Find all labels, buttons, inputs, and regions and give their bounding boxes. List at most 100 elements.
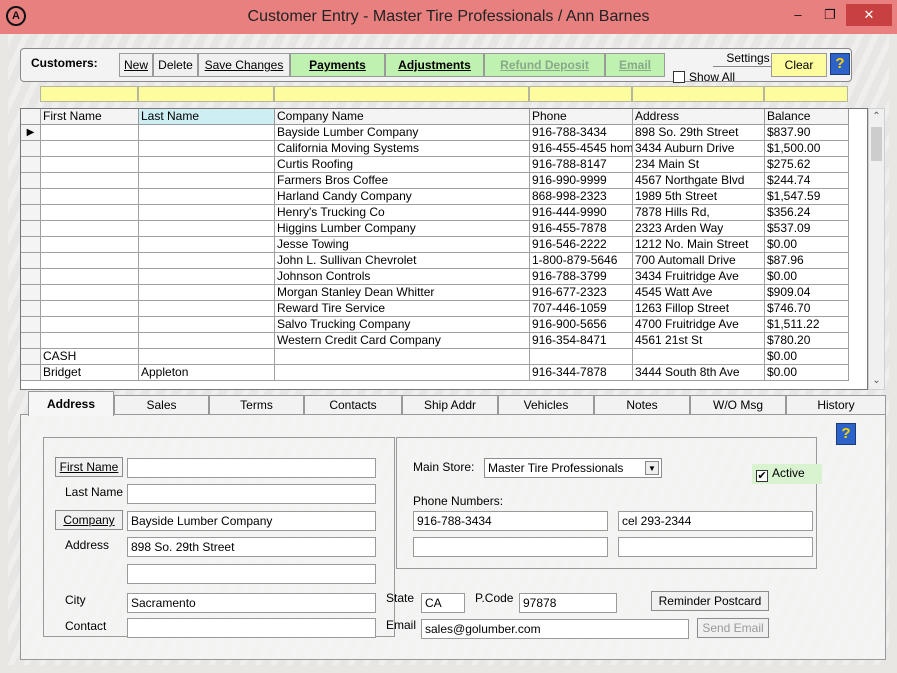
filter-phone[interactable] [529, 86, 632, 102]
table-row[interactable]: Western Credit Card Company 916-354-8471 4… [21, 333, 867, 349]
cell-phone[interactable]: 916-455-7878 [530, 221, 633, 237]
cell-company-name[interactable]: Harland Candy Company [275, 189, 530, 205]
cell-last-name[interactable] [139, 301, 275, 317]
cell-phone[interactable]: 916-344-7878 [530, 365, 633, 381]
payments-button[interactable]: Payments [290, 53, 385, 77]
cell-balance[interactable]: $0.00 [765, 365, 849, 381]
row-indicator[interactable] [21, 285, 41, 301]
cell-phone[interactable]: 916-990-9999 [530, 173, 633, 189]
table-row[interactable]: Bridget Appleton 916-344-7878 3444 South 8t… [21, 365, 867, 381]
cell-first-name[interactable] [41, 269, 139, 285]
cell-phone[interactable]: 916-788-8147 [530, 157, 633, 173]
cell-phone[interactable]: 916-444-9990 [530, 205, 633, 221]
cell-balance[interactable]: $0.00 [765, 237, 849, 253]
cell-balance[interactable]: $1,547.59 [765, 189, 849, 205]
table-row[interactable]: Higgins Lumber Company 916-455-7878 2323 A… [21, 221, 867, 237]
filter-company[interactable] [274, 86, 529, 102]
cell-address[interactable]: 234 Main St [633, 157, 765, 173]
save-changes-button[interactable]: Save Changes [198, 53, 290, 77]
cell-address[interactable]: 3434 Fruitridge Ave [633, 269, 765, 285]
header-balance[interactable]: Balance [765, 109, 849, 125]
cell-first-name[interactable] [41, 333, 139, 349]
tab-vehicles[interactable]: Vehicles [498, 395, 594, 415]
header-address[interactable]: Address [633, 109, 765, 125]
cell-balance[interactable]: $837.90 [765, 125, 849, 141]
cell-last-name[interactable] [139, 173, 275, 189]
cell-last-name[interactable] [139, 189, 275, 205]
cell-company-name[interactable] [275, 349, 530, 365]
cell-phone[interactable]: 916-677-2323 [530, 285, 633, 301]
filter-last-name[interactable] [138, 86, 274, 102]
cell-balance[interactable]: $746.70 [765, 301, 849, 317]
address-line1-field[interactable]: 898 So. 29th Street [127, 537, 376, 557]
maximize-button[interactable]: ❐ [818, 4, 842, 26]
cell-phone[interactable]: 868-998-2323 [530, 189, 633, 205]
active-checkbox[interactable]: ✔ Active [752, 464, 822, 484]
phone2-field[interactable]: cel 293-2344 [618, 511, 813, 531]
cell-company-name[interactable] [275, 365, 530, 381]
cell-balance[interactable]: $1,511.22 [765, 317, 849, 333]
cell-phone[interactable]: 707-446-1059 [530, 301, 633, 317]
adjustments-button[interactable]: Adjustments [385, 53, 484, 77]
table-row[interactable]: Henry's Trucking Co 916-444-9990 7878 Hill… [21, 205, 867, 221]
company-button[interactable]: Company [55, 510, 123, 530]
cell-last-name[interactable] [139, 157, 275, 173]
filter-address[interactable] [632, 86, 764, 102]
row-indicator[interactable] [21, 189, 41, 205]
row-indicator[interactable] [21, 157, 41, 173]
cell-balance[interactable]: $244.74 [765, 173, 849, 189]
reminder-postcard-button[interactable]: Reminder Postcard [651, 591, 769, 611]
row-indicator[interactable] [21, 301, 41, 317]
cell-phone[interactable]: 916-900-5656 [530, 317, 633, 333]
cell-phone[interactable]: 916-788-3434 [530, 125, 633, 141]
cell-company-name[interactable]: Bayside Lumber Company [275, 125, 530, 141]
cell-address[interactable]: 1263 Fillop Street [633, 301, 765, 317]
header-first-name[interactable]: First Name [41, 109, 139, 125]
cell-balance[interactable]: $275.62 [765, 157, 849, 173]
cell-last-name[interactable] [139, 237, 275, 253]
state-field[interactable]: CA [421, 593, 465, 613]
cell-address[interactable]: 1989 5th Street [633, 189, 765, 205]
show-all-check-box[interactable] [673, 71, 685, 83]
table-row[interactable]: Morgan Stanley Dean Whitter 916-677-2323 4… [21, 285, 867, 301]
cell-company-name[interactable]: Henry's Trucking Co [275, 205, 530, 221]
table-row[interactable]: John L. Sullivan Chevrolet 1-800-879-5646… [21, 253, 867, 269]
cell-address[interactable]: 3444 South 8th Ave [633, 365, 765, 381]
cell-address[interactable]: 4700 Fruitridge Ave [633, 317, 765, 333]
cell-address[interactable]: 1212 No. Main Street [633, 237, 765, 253]
cell-phone[interactable] [530, 349, 633, 365]
cell-phone[interactable]: 1-800-879-5646 [530, 253, 633, 269]
contact-field[interactable] [127, 618, 376, 638]
cell-balance[interactable]: $780.20 [765, 333, 849, 349]
cell-company-name[interactable]: California Moving Systems [275, 141, 530, 157]
cell-company-name[interactable]: Jesse Towing [275, 237, 530, 253]
scroll-up-icon[interactable]: ⌃ [869, 109, 884, 125]
cell-company-name[interactable]: Salvo Trucking Company [275, 317, 530, 333]
cell-first-name[interactable] [41, 317, 139, 333]
grid-scrollbar[interactable]: ⌃ ⌄ [868, 108, 885, 390]
row-indicator[interactable] [21, 269, 41, 285]
close-button[interactable]: ✕ [846, 4, 892, 26]
phone4-field[interactable] [618, 537, 813, 557]
cell-last-name[interactable] [139, 253, 275, 269]
table-row[interactable]: California Moving Systems 916-455-4545 ho… [21, 141, 867, 157]
table-row[interactable]: Jesse Towing 916-546-2222 1212 No. Main St… [21, 237, 867, 253]
pcode-field[interactable]: 97878 [519, 593, 617, 613]
scroll-down-icon[interactable]: ⌄ [869, 373, 884, 389]
cell-address[interactable]: 700 Automall Drive [633, 253, 765, 269]
city-field[interactable]: Sacramento [127, 593, 376, 613]
active-check-box[interactable]: ✔ [756, 470, 768, 482]
cell-first-name[interactable] [41, 237, 139, 253]
address-help-icon[interactable]: ? [836, 423, 856, 445]
cell-address[interactable]: 898 So. 29th Street [633, 125, 765, 141]
tab-wo-msg[interactable]: W/O Msg [690, 395, 786, 415]
table-row[interactable]: Reward Tire Service 707-446-1059 1263 Fill… [21, 301, 867, 317]
delete-button[interactable]: Delete [153, 53, 198, 77]
cell-first-name[interactable]: CASH [41, 349, 139, 365]
address-line2-field[interactable] [127, 564, 376, 584]
table-row[interactable]: Salvo Trucking Company 916-900-5656 4700 F… [21, 317, 867, 333]
email-button[interactable]: Email [605, 53, 665, 77]
phone3-field[interactable] [413, 537, 608, 557]
help-icon[interactable]: ? [830, 53, 850, 75]
header-last-name[interactable]: Last Name [139, 109, 275, 125]
